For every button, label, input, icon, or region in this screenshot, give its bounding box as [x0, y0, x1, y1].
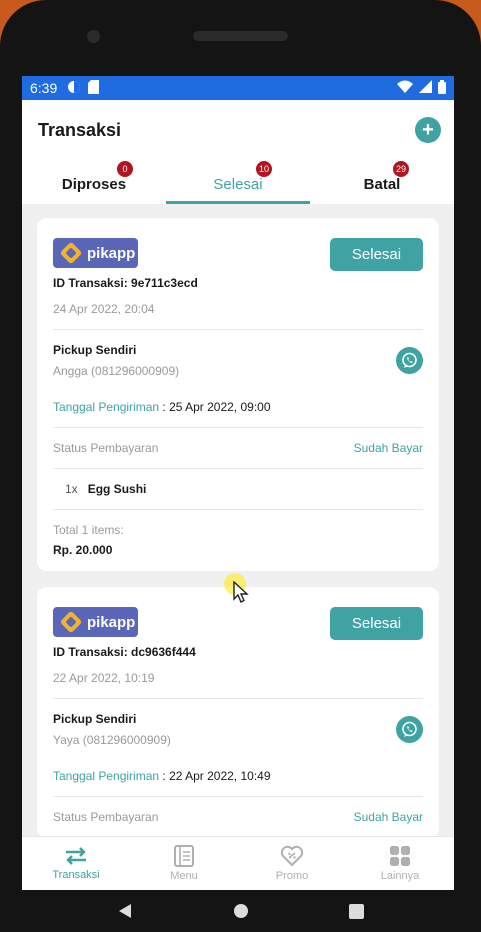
item-name: Egg Sushi	[87, 482, 147, 496]
pickup-method: Pickup Sendiri	[53, 343, 137, 357]
tab-diproses[interactable]: Diproses 0	[22, 161, 166, 204]
nav-transaksi[interactable]: Transaksi	[22, 837, 130, 890]
delivery-date-label: Tanggal Pengiriman	[53, 400, 160, 414]
nav-menu[interactable]: Menu	[130, 837, 238, 890]
app-notification-icon	[67, 80, 81, 97]
front-camera	[87, 30, 100, 43]
divider	[53, 329, 423, 330]
bottom-navigation: Transaksi Menu Promo Lainnya	[22, 836, 454, 890]
divider	[53, 509, 423, 510]
transaction-date: 22 Apr 2022, 10:19	[53, 671, 155, 685]
tab-label: Selesai	[213, 175, 263, 193]
pikapp-logo: pikapp	[53, 607, 138, 637]
tab-label: Batal	[363, 175, 401, 193]
delivery-date-label: Tanggal Pengiriman	[53, 769, 160, 783]
transaction-date: 24 Apr 2022, 20:04	[53, 302, 155, 316]
transaction-id: ID Transaksi: 9e711c3ecd	[53, 276, 198, 290]
delivery-date-value: : 25 Apr 2022, 09:00	[159, 400, 271, 414]
customer-info: Angga (081296000909)	[53, 364, 180, 378]
app-header: Transaksi + Diproses 0 Selesai 10 Batal …	[22, 100, 454, 204]
order-status-button[interactable]: Selesai	[330, 238, 423, 271]
nav-label: Transaksi	[52, 869, 100, 881]
sd-card-icon	[88, 79, 100, 97]
tab-count-badge: 29	[393, 161, 410, 177]
pikapp-logo-icon	[59, 241, 83, 265]
divider	[53, 427, 423, 428]
payment-status-label: Status Pembayaran	[53, 441, 159, 455]
payment-status-value: Sudah Bayar	[353, 810, 423, 824]
tab-count-badge: 0	[117, 161, 133, 177]
mouse-pointer-icon	[233, 581, 249, 603]
divider	[53, 796, 423, 797]
nav-label: Promo	[275, 870, 309, 882]
logo-text: pikapp	[87, 613, 136, 631]
back-icon[interactable]	[117, 903, 133, 919]
battery-icon	[438, 79, 446, 97]
order-status-button[interactable]: Selesai	[330, 607, 423, 640]
signal-icon	[419, 80, 432, 96]
nav-label: Lainnya	[380, 870, 420, 882]
logo-text: pikapp	[87, 244, 136, 262]
menu-book-icon	[174, 845, 194, 867]
system-navigation-bar	[0, 890, 481, 932]
pikapp-logo: pikapp	[53, 238, 138, 268]
divider	[53, 468, 423, 469]
pikapp-logo-icon	[59, 610, 83, 634]
nav-lainnya[interactable]: Lainnya	[346, 837, 454, 890]
tab-batal[interactable]: Batal 29	[310, 161, 454, 204]
delivery-date: Tanggal Pengiriman : 25 Apr 2022, 09:00	[53, 400, 423, 414]
page-title: Transaksi	[38, 120, 122, 140]
nav-label: Menu	[170, 870, 198, 882]
whatsapp-icon[interactable]	[396, 716, 423, 743]
tab-label: Diproses	[61, 175, 127, 193]
pickup-method: Pickup Sendiri	[53, 712, 137, 726]
promo-tag-icon	[281, 845, 303, 867]
wifi-icon	[397, 80, 413, 96]
transaction-card[interactable]: pikapp Selesai ID Transaksi: 9e711c3ecd …	[37, 218, 439, 571]
customer-info: Yaya (081296000909)	[53, 733, 171, 747]
transaction-list: pikapp Selesai ID Transaksi: 9e711c3ecd …	[22, 204, 454, 838]
tab-bar: Diproses 0 Selesai 10 Batal 29	[22, 161, 454, 204]
tab-selesai[interactable]: Selesai 10	[166, 161, 310, 204]
total-price: Rp. 20.000	[53, 543, 113, 557]
nav-promo[interactable]: Promo	[238, 837, 346, 890]
transaction-id: ID Transaksi: dc9636f444	[53, 645, 196, 659]
app-screen: 6:39 Transaksi + Diproses 0 Selesai 10 B…	[22, 76, 454, 890]
tab-count-badge: 10	[256, 161, 273, 177]
item-quantity: 1x	[65, 482, 78, 496]
delivery-date: Tanggal Pengiriman : 22 Apr 2022, 10:49	[53, 769, 423, 783]
transfer-arrows-icon	[66, 847, 86, 865]
grid-icon	[390, 846, 410, 866]
payment-status-label: Status Pembayaran	[53, 810, 159, 824]
whatsapp-icon[interactable]	[396, 347, 423, 374]
add-transaction-button[interactable]: +	[415, 117, 441, 143]
divider	[53, 698, 423, 699]
earpiece-speaker	[193, 31, 288, 41]
payment-status-value: Sudah Bayar	[353, 441, 423, 455]
plus-icon: +	[422, 119, 434, 141]
transaction-card[interactable]: pikapp Selesai ID Transaksi: dc9636f444 …	[37, 587, 439, 838]
delivery-date-value: : 22 Apr 2022, 10:49	[159, 769, 271, 783]
status-bar: 6:39	[22, 76, 454, 100]
total-items-label: Total 1 items:	[53, 523, 124, 537]
order-item: 1x Egg Sushi	[53, 482, 423, 496]
home-icon[interactable]	[233, 903, 249, 919]
recents-icon[interactable]	[349, 903, 364, 919]
status-time: 6:39	[30, 80, 58, 96]
